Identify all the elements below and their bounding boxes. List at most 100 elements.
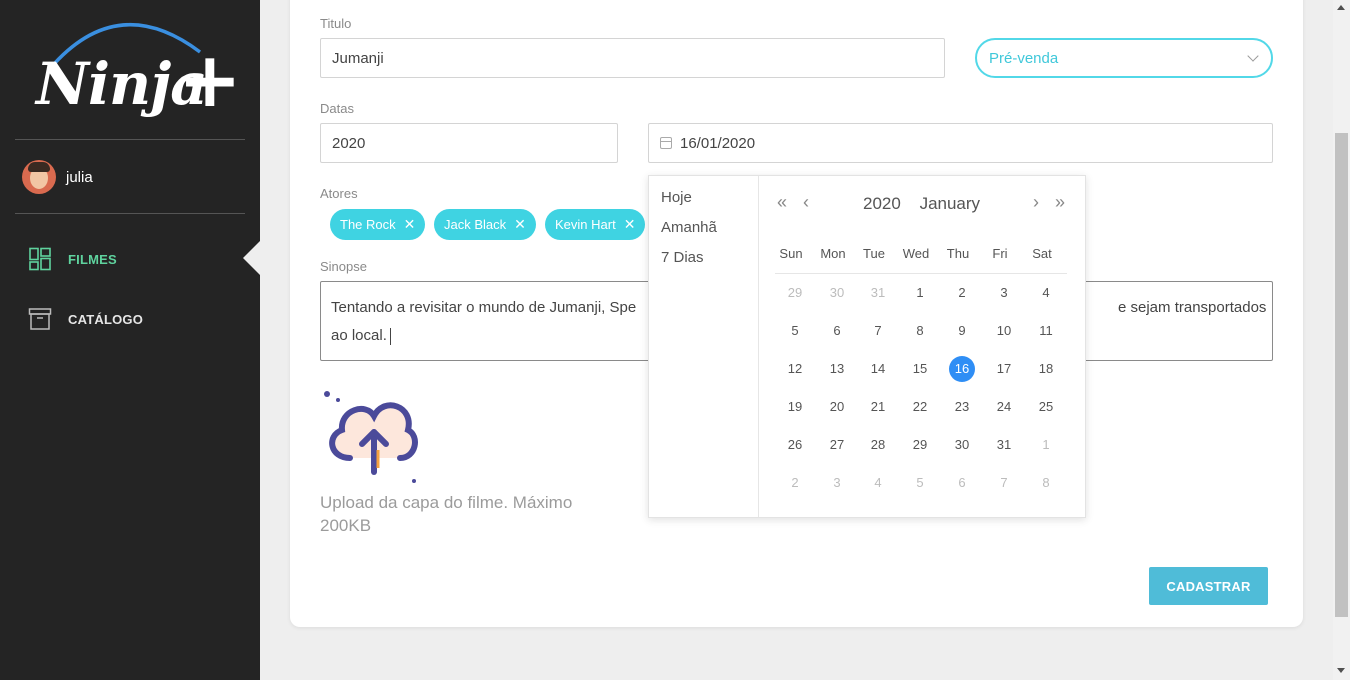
- scroll-down-icon[interactable]: [1337, 668, 1345, 673]
- calendar-day[interactable]: 14: [865, 356, 891, 382]
- ninja-plus-logo[interactable]: Ninja +: [30, 12, 242, 130]
- close-icon[interactable]: ✕: [404, 216, 416, 233]
- calendar-day[interactable]: 11: [1033, 318, 1059, 344]
- preset-7-days[interactable]: 7 Dias: [661, 249, 704, 266]
- title-label: Titulo: [320, 16, 352, 31]
- weekday-label: Sat: [1032, 246, 1052, 261]
- weekday-label: Fri: [992, 246, 1008, 261]
- status-select[interactable]: Pré-venda: [975, 38, 1273, 78]
- weekday-label: Thu: [946, 246, 970, 261]
- calendar-day[interactable]: 21: [865, 394, 891, 420]
- calendar-day[interactable]: 9: [949, 318, 975, 344]
- calendar-day[interactable]: 20: [824, 394, 850, 420]
- calendar-day[interactable]: 22: [907, 394, 933, 420]
- logo-plus-icon: +: [178, 35, 242, 124]
- calendar-day[interactable]: 26: [782, 432, 808, 458]
- release-date-value: 16/01/2020: [680, 134, 756, 152]
- actor-tag-label: Jack Black: [444, 217, 507, 232]
- close-icon[interactable]: ✕: [514, 216, 526, 233]
- sidebar-item-label: FILMES: [68, 251, 117, 267]
- prev-year-icon[interactable]: «: [777, 192, 787, 213]
- calendar-day[interactable]: 27: [824, 432, 850, 458]
- calendar-day[interactable]: 30: [949, 432, 975, 458]
- calendar-day[interactable]: 30: [824, 280, 850, 306]
- actor-tag-label: The Rock: [340, 217, 396, 232]
- calendar-day[interactable]: 23: [949, 394, 975, 420]
- calendar-day[interactable]: 13: [824, 356, 850, 382]
- calendar-day[interactable]: 1: [907, 280, 933, 306]
- dates-label: Datas: [320, 101, 354, 116]
- synopsis-label: Sinopse: [320, 259, 367, 274]
- close-icon[interactable]: ✕: [624, 216, 636, 233]
- user-profile[interactable]: julia: [22, 160, 93, 194]
- calendar-day[interactable]: 31: [991, 432, 1017, 458]
- preset-tomorrow[interactable]: Amanhã: [661, 219, 717, 236]
- calendar-day[interactable]: 6: [824, 318, 850, 344]
- calendar-day[interactable]: 1: [1033, 432, 1059, 458]
- calendar-day[interactable]: 7: [865, 318, 891, 344]
- calendar-day[interactable]: 10: [991, 318, 1017, 344]
- calendar-day[interactable]: 4: [1033, 280, 1059, 306]
- weekday-header: Sun Mon Tue Wed Thu Fri Sat: [775, 246, 1067, 274]
- synopsis-text-line2: ao local.: [331, 327, 387, 344]
- scrollbar[interactable]: [1333, 0, 1350, 680]
- calendar-day[interactable]: 8: [907, 318, 933, 344]
- calendar-icon: [660, 137, 672, 149]
- calendar-day[interactable]: 2: [782, 470, 808, 496]
- sidebar-item-catalogo[interactable]: CATÁLOGO: [28, 307, 143, 331]
- weekday-label: Mon: [820, 246, 846, 261]
- calendar-day[interactable]: 4: [865, 470, 891, 496]
- dashboard-icon: [29, 247, 51, 271]
- calendar-day[interactable]: 16: [949, 356, 975, 382]
- calendar-year[interactable]: 2020: [863, 194, 901, 213]
- calendar-day[interactable]: 7: [991, 470, 1017, 496]
- calendar-month[interactable]: January: [920, 194, 980, 213]
- calendar-day[interactable]: 25: [1033, 394, 1059, 420]
- weekday-label: Sun: [779, 246, 803, 261]
- calendar-day[interactable]: 17: [991, 356, 1017, 382]
- status-select-value: Pré-venda: [989, 49, 1059, 67]
- calendar-day[interactable]: 18: [1033, 356, 1059, 382]
- upload-hint: Upload da capa do filme. Máximo 200KB: [320, 493, 573, 535]
- actor-tag[interactable]: Kevin Hart ✕: [545, 209, 646, 240]
- calendar-day[interactable]: 8: [1033, 470, 1059, 496]
- actor-tag-label: Kevin Hart: [555, 217, 616, 232]
- calendar-day[interactable]: 6: [949, 470, 975, 496]
- title-input[interactable]: Jumanji: [320, 38, 945, 78]
- calendar-day[interactable]: 28: [865, 432, 891, 458]
- sidebar-divider: [15, 213, 245, 214]
- preset-today[interactable]: Hoje: [661, 189, 692, 206]
- calendar-day[interactable]: 29: [782, 280, 808, 306]
- calendar-day[interactable]: 31: [865, 280, 891, 306]
- actor-tag[interactable]: Jack Black ✕: [434, 209, 536, 240]
- chevron-down-icon: [1247, 50, 1259, 62]
- scrollbar-thumb[interactable]: [1335, 133, 1348, 617]
- weekday-label: Tue: [863, 246, 885, 261]
- calendar-day[interactable]: 5: [907, 470, 933, 496]
- calendar-day[interactable]: 2: [949, 280, 975, 306]
- next-month-icon[interactable]: ›: [1033, 192, 1039, 213]
- submit-button[interactable]: CADASTRAR: [1149, 567, 1268, 605]
- archive-icon: [28, 308, 52, 330]
- calendar-day[interactable]: 15: [907, 356, 933, 382]
- release-date-input[interactable]: 16/01/2020: [648, 123, 1273, 163]
- cloud-upload-icon[interactable]: [322, 388, 422, 486]
- title-input-value: Jumanji: [332, 49, 384, 67]
- avatar: [22, 160, 56, 194]
- calendar-day[interactable]: 19: [782, 394, 808, 420]
- calendar-day[interactable]: 12: [782, 356, 808, 382]
- calendar-day[interactable]: 29: [907, 432, 933, 458]
- next-year-icon[interactable]: »: [1055, 192, 1065, 213]
- scroll-up-icon[interactable]: [1337, 5, 1345, 10]
- calendar-day[interactable]: 3: [824, 470, 850, 496]
- calendar-day[interactable]: 5: [782, 318, 808, 344]
- year-input[interactable]: 2020: [320, 123, 618, 163]
- calendar-day[interactable]: 24: [991, 394, 1017, 420]
- sidebar-item-filmes[interactable]: FILMES: [28, 247, 117, 271]
- calendar-day[interactable]: 3: [991, 280, 1017, 306]
- sidebar-item-label: CATÁLOGO: [68, 311, 144, 327]
- actor-tag[interactable]: The Rock ✕: [330, 209, 426, 240]
- actors-label: Atores: [320, 186, 358, 201]
- prev-month-icon[interactable]: ‹: [803, 192, 809, 213]
- calendar-header: « ‹ 2020 January › »: [775, 192, 1067, 214]
